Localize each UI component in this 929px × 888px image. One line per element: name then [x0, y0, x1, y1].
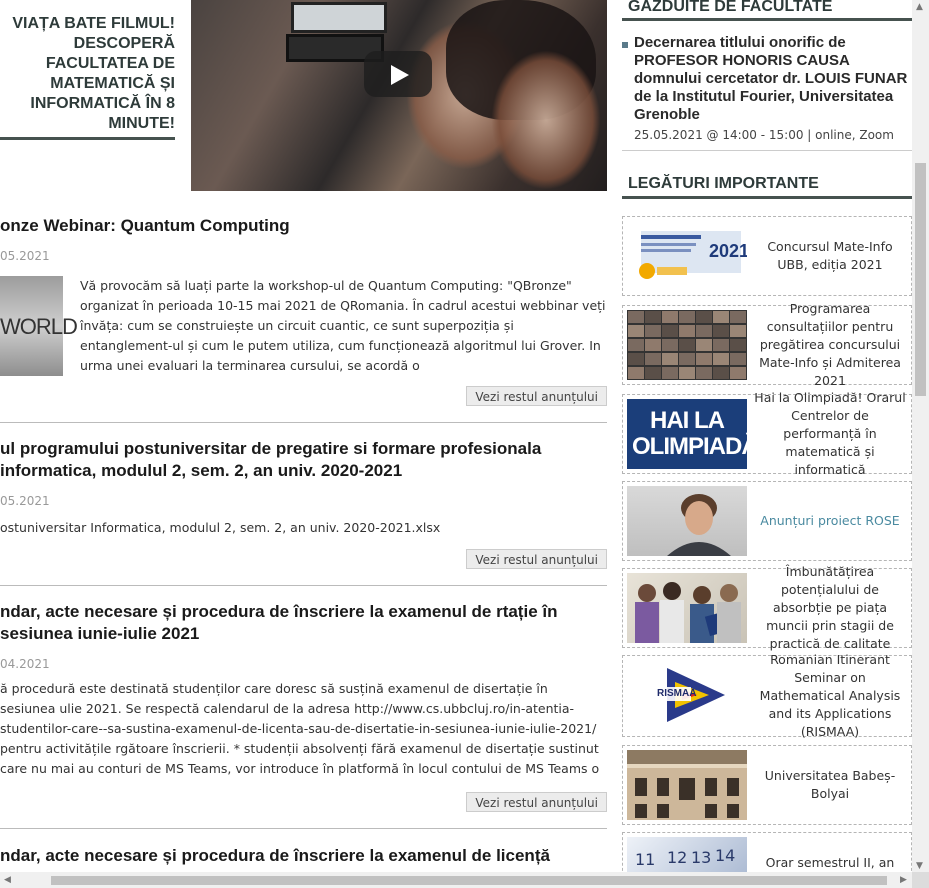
news-date: 05.2021	[0, 249, 50, 263]
link-label: Universitatea Babeș-Bolyai	[764, 768, 896, 801]
video-figure	[491, 50, 601, 190]
event-title[interactable]: Decernarea titlului onorific de PROFESOR…	[634, 34, 912, 124]
link-item-stagii[interactable]: Îmbunătățirea potențialului de absorbție…	[622, 564, 912, 651]
promo-video[interactable]	[191, 0, 607, 191]
news-item: ndar, acte necesare și procedura de însc…	[0, 601, 607, 779]
mate-info-logo-icon: 2021	[639, 231, 747, 279]
news-item: ndar, acte necesare și procedura de însc…	[0, 845, 607, 867]
play-icon[interactable]	[364, 51, 432, 97]
link-item-consultatii[interactable]: Programarea consultațiilor pentru pregăt…	[622, 301, 912, 388]
news-divider	[0, 828, 607, 829]
students-icon	[635, 582, 741, 643]
svg-text:14: 14	[715, 846, 735, 865]
svg-text:13: 13	[691, 848, 711, 867]
portrait-icon	[667, 494, 731, 556]
video-grid-icon	[628, 311, 746, 379]
building-icon	[627, 750, 747, 818]
page-viewport: VIAȚA BATE FILMUL! DESCOPERĂ FACULTATEA …	[0, 0, 912, 872]
link-item-mate-info[interactable]: 2021 Concursul Mate-Info UBB, ediția 202…	[622, 216, 912, 296]
scrollbar-corner	[912, 872, 929, 888]
scroll-left-icon[interactable]: ◀	[4, 876, 11, 885]
news-date: 05.2021	[0, 494, 50, 508]
news-title[interactable]: ndar, acte necesare și procedura de însc…	[0, 601, 607, 645]
promo-text: VIAȚA BATE FILMUL! DESCOPERĂ FACULTATEA …	[12, 15, 175, 132]
link-item-olimpiada[interactable]: HAI LA OLIMPIADĂ! Hai la Olimpiadă! Orar…	[622, 390, 912, 477]
news-excerpt: ostuniversitar Informatica, modulul 2, s…	[0, 520, 441, 535]
news-thumbnail[interactable]: WORLD	[0, 276, 78, 376]
link-label: Îmbunătățirea potențialului de absorbție…	[766, 564, 894, 651]
news-title[interactable]: onze Webinar: Quantum Computing	[0, 215, 607, 237]
svg-text:11: 11	[635, 850, 655, 869]
student-portrait-icon	[627, 486, 747, 556]
rismaa-logo-icon: RISMAA	[627, 660, 747, 730]
video-call-grid-icon	[627, 310, 747, 380]
link-item-ubb[interactable]: Universitatea Babeș-Bolyai	[622, 745, 912, 825]
link-item-rismaa[interactable]: RISMAA Romanian Itinerant Seminar on Mat…	[622, 652, 912, 739]
events-heading: GAZDUITE DE FACULTATE	[628, 0, 833, 15]
horizontal-scroll-thumb[interactable]	[51, 876, 887, 885]
scroll-right-icon[interactable]: ▶	[900, 876, 907, 885]
promo-divider	[0, 137, 175, 140]
events-heading-rule	[622, 18, 912, 21]
link-item-rose[interactable]: Anunțuri proiect ROSE	[622, 481, 912, 561]
link-item-orar[interactable]: 11 12 13 14 Orar semestrul II, an univ.	[622, 832, 912, 872]
news-item: ul programului postuniversitar de pregat…	[0, 438, 607, 538]
calendar-photo-icon: 11 12 13 14	[627, 837, 747, 872]
read-more-button[interactable]: Vezi restul anunțului	[466, 549, 607, 569]
video-monitor	[291, 2, 387, 33]
link-label: Orar semestrul II, an univ.	[765, 855, 895, 870]
news-title[interactable]: ul programului postuniversitar de pregat…	[0, 438, 607, 482]
promo-banner[interactable]: VIAȚA BATE FILMUL! DESCOPERĂ FACULTATEA …	[0, 0, 175, 140]
link-label: Concursul Mate-Info UBB, ediția 2021	[767, 239, 893, 272]
link-label: Programarea consultațiilor pentru pregăt…	[759, 301, 901, 388]
links-heading-rule	[622, 196, 912, 199]
event-divider	[622, 150, 912, 151]
read-more-button[interactable]: Vezi restul anunțului	[466, 386, 607, 406]
link-label: Romanian Itinerant Seminar on Mathematic…	[759, 652, 901, 739]
svg-text:12: 12	[667, 848, 687, 867]
news-excerpt: Vă provocăm să luați parte la workshop-u…	[80, 278, 606, 373]
link-label: Hai la Olimpiadă! Orarul Centrelor de pe…	[754, 390, 906, 477]
mate-info-2021-banner-icon: 2021	[627, 221, 747, 291]
read-more-button[interactable]: Vezi restul anunțului	[466, 792, 607, 812]
thumbnail-text: WORLD	[0, 314, 78, 339]
link-label: Anunțuri proiect ROSE	[760, 513, 900, 528]
links-heading: LEGĂTURI IMPORTANTE	[628, 175, 819, 192]
scroll-down-icon[interactable]: ▼	[916, 862, 923, 871]
event-meta: 25.05.2021 @ 14:00 - 15:00 | online, Zoo…	[634, 128, 894, 142]
news-title[interactable]: ndar, acte necesare și procedura de însc…	[0, 845, 607, 867]
news-excerpt: ă procedură este destinată studenților c…	[0, 681, 600, 776]
calendar-icon: 11 12 13 14	[635, 846, 735, 869]
events-heading-block: GAZDUITE DE FACULTATE	[622, 0, 912, 16]
bullet-icon	[622, 42, 628, 48]
event-item: Decernarea titlului onorific de PROFESOR…	[634, 34, 912, 142]
university-building-icon	[627, 750, 747, 820]
news-item: onze Webinar: Quantum Computing 05.2021	[0, 215, 607, 263]
students-photo-icon	[627, 573, 747, 643]
hai-la-olimpiada-banner-icon: HAI LA OLIMPIADĂ!	[627, 399, 747, 469]
vertical-scroll-thumb[interactable]	[915, 163, 926, 396]
olimpiada-banner-text: HAI LA OLIMPIADĂ!	[632, 407, 747, 460]
scroll-up-icon[interactable]: ▲	[916, 3, 923, 12]
vertical-scrollbar[interactable]	[912, 0, 929, 872]
news-date: 04.2021	[0, 657, 50, 671]
svg-text:2021: 2021	[709, 241, 747, 261]
news-divider	[0, 422, 607, 423]
news-divider	[0, 585, 607, 586]
rismaa-logo-text: RISMAA	[657, 688, 697, 699]
links-heading-block: LEGĂTURI IMPORTANTE	[622, 175, 912, 193]
